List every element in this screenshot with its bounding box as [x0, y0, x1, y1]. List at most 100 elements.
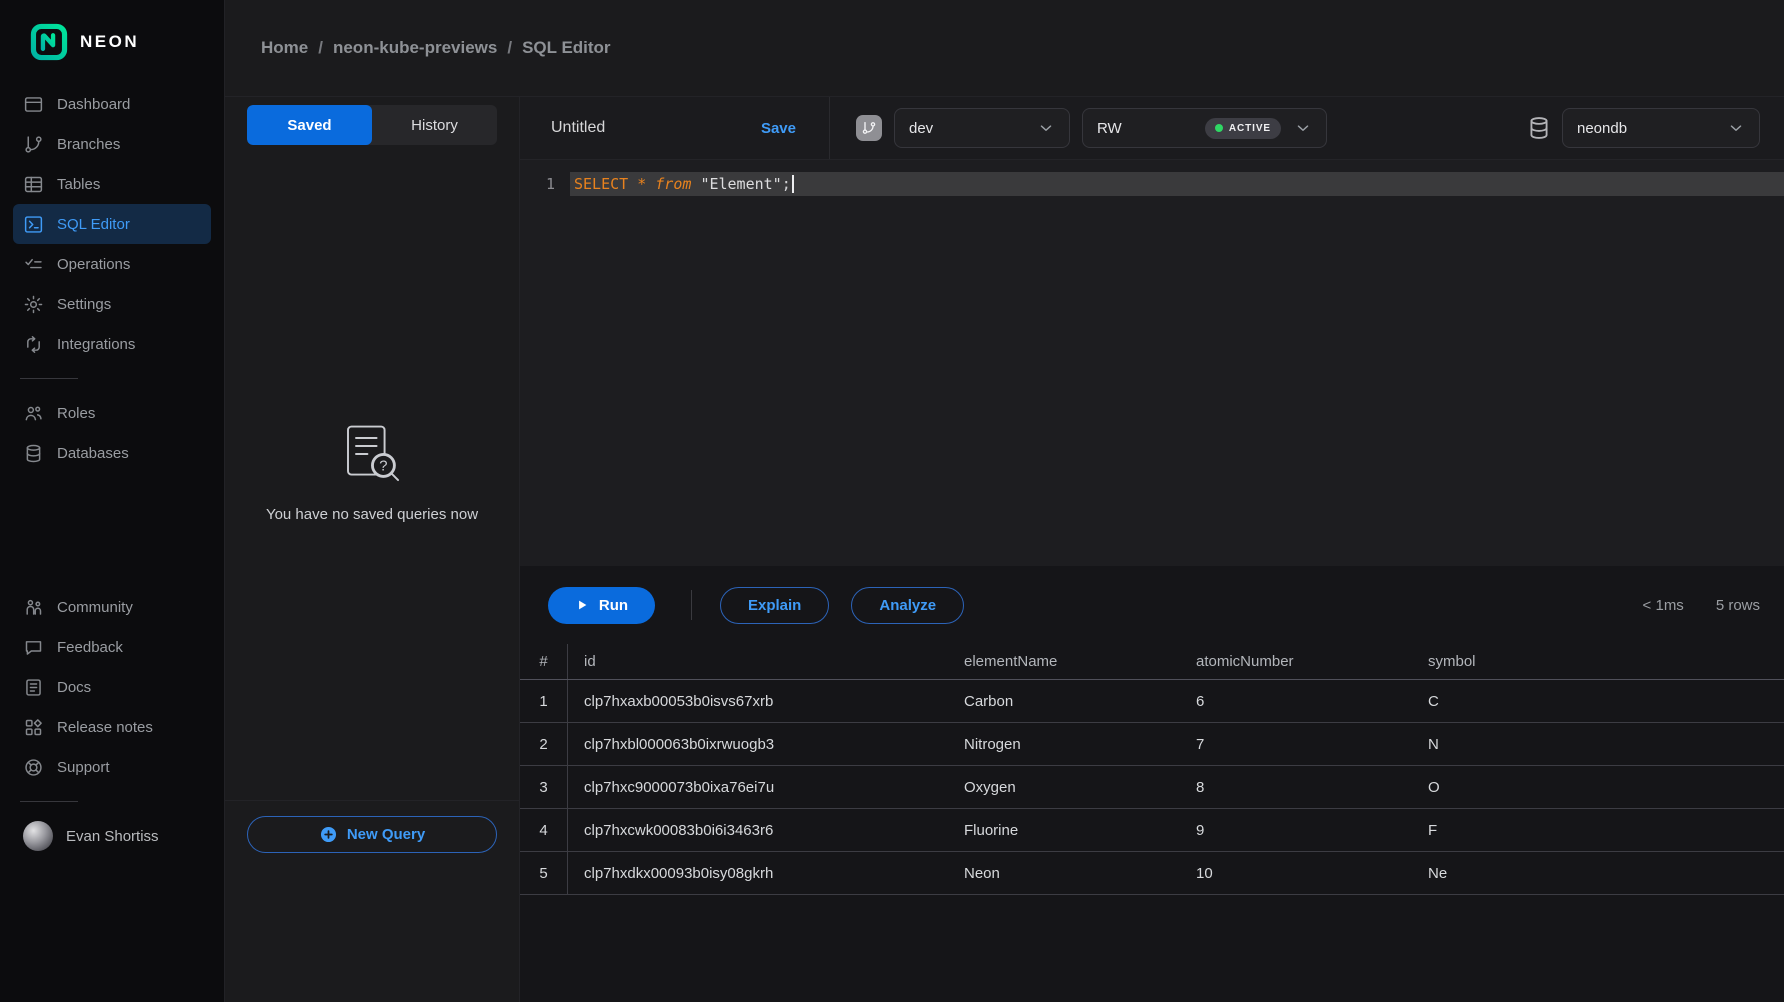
chevron-down-icon [1294, 119, 1312, 137]
breadcrumb-separator: / [318, 38, 323, 58]
chevron-down-icon [1037, 119, 1055, 137]
branch-icon [856, 115, 882, 141]
sidebar-item-docs[interactable]: Docs [13, 667, 211, 707]
sidebar-item-feedback[interactable]: Feedback [13, 627, 211, 667]
breadcrumb-item-neon-kube-previews[interactable]: neon-kube-previews [333, 38, 497, 58]
status-badge: ACTIVE [1205, 118, 1281, 139]
table-cell: Oxygen [948, 779, 1180, 796]
run-label: Run [599, 597, 628, 614]
sidebar-divider [20, 378, 78, 379]
sql-editor-surface[interactable]: 1 SELECT * from "Element"; [520, 160, 1784, 566]
branch-select[interactable]: dev [894, 108, 1070, 148]
explain-button[interactable]: Explain [720, 587, 829, 624]
run-button[interactable]: Run [548, 587, 655, 624]
sidebar-item-label: Community [57, 599, 133, 616]
branches-icon [23, 134, 44, 155]
results-table: #idelementNameatomicNumbersymbol1clp7hxa… [520, 644, 1784, 895]
sidebar-item-label: SQL Editor [57, 216, 130, 233]
query-title: Untitled [551, 119, 605, 137]
sidebar-item-databases[interactable]: Databases [13, 433, 211, 473]
community-icon [23, 597, 44, 618]
integrations-icon [23, 334, 44, 355]
editor-header: Untitled Save d [520, 97, 1784, 160]
operations-icon [23, 254, 44, 275]
databases-icon [23, 443, 44, 464]
tab-history[interactable]: History [372, 105, 497, 145]
results-section: Run Explain Analyze < 1ms 5 rows #idelem… [520, 566, 1784, 1002]
saved-queries-panel: SavedHistory ? You have no saved queries… [225, 97, 520, 1002]
database-icon [1526, 115, 1552, 141]
sidebar-item-roles[interactable]: Roles [13, 393, 211, 433]
docs-icon [23, 677, 44, 698]
table-cell: clp7hxc9000073b0ixa76ei7u [568, 779, 948, 796]
svg-text:?: ? [379, 459, 387, 475]
table-row: 3clp7hxc9000073b0ixa76ei7uOxygen8O [520, 766, 1784, 809]
analyze-button[interactable]: Analyze [851, 587, 964, 624]
code-line: 1 SELECT * from "Element"; [520, 172, 1784, 196]
no-saved-queries-icon: ? [340, 422, 404, 486]
sidebar-nav-footer: Community Feedback Docs Release notes Su… [0, 587, 224, 787]
content-row: SavedHistory ? You have no saved queries… [225, 97, 1784, 1002]
sidebar-item-settings[interactable]: Settings [13, 284, 211, 324]
sidebar-item-sql-editor[interactable]: SQL Editor [13, 204, 211, 244]
table-cell: Nitrogen [948, 736, 1180, 753]
table-cell: 5 [520, 852, 568, 894]
empty-state-text: You have no saved queries now [266, 506, 478, 523]
column-header-symbol: symbol [1412, 653, 1784, 670]
sql-editor-icon [23, 214, 44, 235]
tab-saved[interactable]: Saved [247, 105, 372, 145]
roles-icon [23, 403, 44, 424]
sidebar-item-label: Docs [57, 679, 91, 696]
empty-state: ? You have no saved queries now [225, 145, 519, 800]
user-profile[interactable]: Evan Shortiss [0, 816, 224, 856]
sidebar-item-label: Operations [57, 256, 130, 273]
breadcrumb: Home/neon-kube-previews/SQL Editor [261, 38, 611, 58]
table-cell: Neon [948, 865, 1180, 882]
table-cell: 1 [520, 680, 568, 722]
sidebar-item-release-notes[interactable]: Release notes [13, 707, 211, 747]
user-name: Evan Shortiss [66, 828, 159, 845]
query-duration: < 1ms [1643, 597, 1684, 614]
table-cell: 8 [1180, 779, 1412, 796]
text-cursor [792, 175, 794, 193]
results-toolbar: Run Explain Analyze < 1ms 5 rows [520, 566, 1784, 644]
sidebar-item-operations[interactable]: Operations [13, 244, 211, 284]
code-token: "Element" [700, 175, 781, 193]
table-cell: Fluorine [948, 822, 1180, 839]
code-token [628, 175, 637, 193]
compute-select[interactable]: RW ACTIVE [1082, 108, 1327, 148]
sidebar-item-label: Release notes [57, 719, 153, 736]
table-row: 4clp7hxcwk00083b0i6i3463r6Fluorine9F [520, 809, 1784, 852]
sidebar-item-branches[interactable]: Branches [13, 124, 211, 164]
sidebar-item-label: Databases [57, 445, 129, 462]
save-button[interactable]: Save [761, 120, 796, 137]
sidebar-divider [20, 801, 78, 802]
table-cell: clp7hxdkx00093b0isy08gkrh [568, 865, 948, 882]
compute-select-value: RW [1097, 120, 1122, 137]
sidebar-spacer [0, 473, 224, 587]
column-header-elementname: elementName [948, 653, 1180, 670]
chevron-down-icon [1727, 119, 1745, 137]
table-cell: clp7hxaxb00053b0isvs67xrb [568, 693, 948, 710]
table-cell: Carbon [948, 693, 1180, 710]
status-dot [1215, 124, 1223, 132]
database-select[interactable]: neondb [1562, 108, 1760, 148]
plus-circle-icon [319, 825, 338, 844]
breadcrumb-bar: Home/neon-kube-previews/SQL Editor [225, 0, 1784, 97]
sidebar-item-tables[interactable]: Tables [13, 164, 211, 204]
sidebar-item-community[interactable]: Community [13, 587, 211, 627]
sidebar-item-label: Dashboard [57, 96, 130, 113]
table-row: 2clp7hxbl000063b0ixrwuogb3Nitrogen7N [520, 723, 1784, 766]
app-sidebar: NEON Dashboard Branches Tables SQL Edito… [0, 0, 225, 1002]
new-query-button[interactable]: New Query [247, 816, 497, 853]
breadcrumb-item-home[interactable]: Home [261, 38, 308, 58]
neon-logo[interactable]: NEON [0, 0, 224, 84]
sidebar-item-integrations[interactable]: Integrations [13, 324, 211, 364]
sidebar-item-dashboard[interactable]: Dashboard [13, 84, 211, 124]
support-icon [23, 757, 44, 778]
sidebar-item-support[interactable]: Support [13, 747, 211, 787]
table-cell: 3 [520, 766, 568, 808]
column-header-id: id [568, 653, 948, 670]
line-number: 1 [520, 172, 570, 196]
sidebar-item-label: Support [57, 759, 110, 776]
